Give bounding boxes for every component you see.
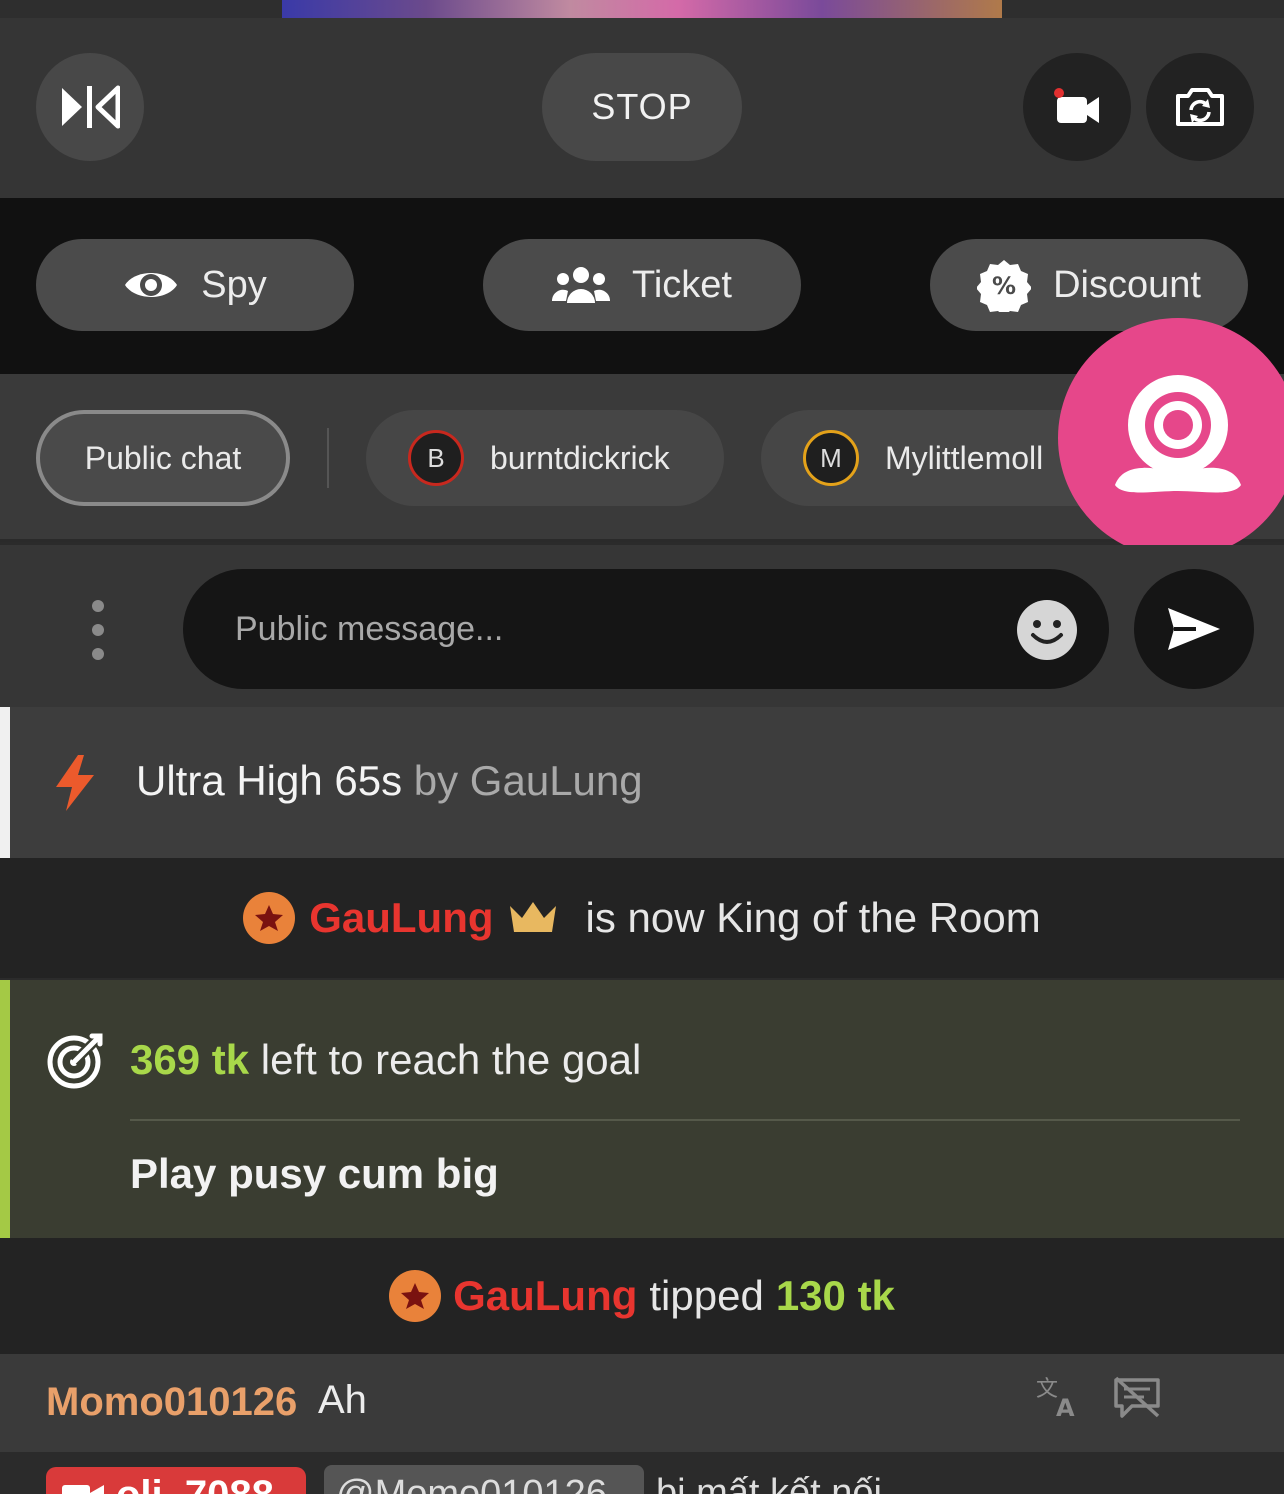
goal-text: left to reach the goal [260, 1036, 642, 1083]
stop-button[interactable]: STOP [542, 53, 742, 161]
send-button[interactable] [1134, 569, 1254, 689]
king-of-room-notice: GauLung is now King of the Room [0, 858, 1284, 978]
discount-badge-icon: % [977, 260, 1032, 312]
record-video-button[interactable] [1023, 53, 1131, 161]
goal-notice: 369 tk left to reach the goal Play pusy … [0, 980, 1284, 1238]
translate-icon[interactable]: 文 A [1036, 1374, 1084, 1420]
lightning-icon [56, 755, 94, 811]
camera-switch-icon [1176, 88, 1224, 126]
avatar: M [803, 430, 859, 486]
video-frame [282, 0, 1002, 18]
tab-username: Mylittlemoll [885, 439, 1044, 476]
tip-amount: 130 tk [775, 1272, 895, 1319]
dot [92, 648, 104, 660]
video-preview [0, 0, 1284, 18]
more-options-button[interactable] [78, 600, 118, 660]
switch-camera-button[interactable] [1146, 53, 1254, 161]
svg-text:A: A [1056, 1394, 1075, 1420]
tab-public-chat-label: Public chat [84, 439, 242, 476]
ultra-high-notice: Ultra High 65s by GauLung [0, 707, 1284, 858]
divider [130, 1119, 1240, 1121]
goal-amount: 369 tk [130, 1036, 250, 1083]
webcam-floating-button[interactable] [1058, 318, 1284, 558]
king-username[interactable]: GauLung [309, 894, 493, 942]
mention-chip[interactable]: @Momo010126 [324, 1465, 644, 1494]
mirror-flip-button[interactable] [36, 53, 144, 161]
ticket-button[interactable]: Ticket [483, 239, 801, 331]
partial-message-text: bị mất kết nối [656, 1472, 882, 1494]
message-username[interactable]: Momo010126 [46, 1380, 297, 1425]
tip-verb: tipped [649, 1272, 764, 1319]
hide-chat-icon[interactable] [1112, 1376, 1162, 1420]
star-icon [389, 1270, 442, 1322]
video-icon [62, 1485, 104, 1494]
tip-username[interactable]: GauLung [453, 1272, 637, 1320]
avatar: B [408, 430, 464, 486]
tab-divider [327, 428, 329, 488]
star-icon [243, 892, 296, 944]
svg-text:%: % [992, 272, 1016, 300]
target-icon [47, 1033, 103, 1089]
message-text: Ah [318, 1378, 367, 1422]
ultra-high-by: by GauLung [413, 757, 643, 804]
broadcaster-badge[interactable]: oli_7088 [46, 1467, 306, 1494]
mode-bar: Spy Ticket % Discount [0, 198, 1284, 374]
dot [92, 624, 104, 636]
goal-description: Play pusy cum big [130, 1150, 499, 1197]
partial-username: oli_7088 [116, 1473, 274, 1494]
king-text: is now King of the Room [585, 894, 1041, 941]
spy-label: Spy [201, 263, 267, 306]
users-icon [552, 267, 611, 303]
chat-message-partial: oli_7088 @Momo010126 bị mất kết nối [0, 1452, 1284, 1494]
send-icon [1168, 608, 1220, 650]
ultra-high-title: Ultra High 65s [136, 757, 403, 804]
goal-progress: 369 tk left to reach the goal [130, 1036, 641, 1084]
emoji-icon[interactable] [1016, 599, 1078, 661]
mirror-flip-icon [62, 85, 120, 129]
dot [92, 600, 104, 612]
discount-label: Discount [1053, 263, 1201, 306]
crown-icon [509, 902, 556, 932]
eye-icon [125, 273, 178, 297]
video-record-icon [1054, 88, 1099, 123]
spy-button[interactable]: Spy [36, 239, 354, 331]
tip-notice: GauLung tipped 130 tk [0, 1238, 1284, 1354]
public-message-input[interactable] [183, 569, 1109, 689]
tab-private-chat-user[interactable]: B burntdickrick [366, 410, 724, 506]
webcam-icon [1115, 375, 1241, 493]
svg-text:文: 文 [1036, 1377, 1058, 1402]
ticket-label: Ticket [632, 263, 732, 306]
tab-username: burntdickrick [490, 439, 670, 476]
discount-button[interactable]: % Discount [930, 239, 1248, 331]
ultra-high-text: Ultra High 65s by GauLung [136, 757, 643, 805]
message-composer [0, 545, 1284, 707]
tab-public-chat[interactable]: Public chat [36, 410, 290, 506]
broadcast-controls: STOP [0, 18, 1284, 198]
chat-message: Momo010126 Ah 文 A [0, 1354, 1284, 1452]
